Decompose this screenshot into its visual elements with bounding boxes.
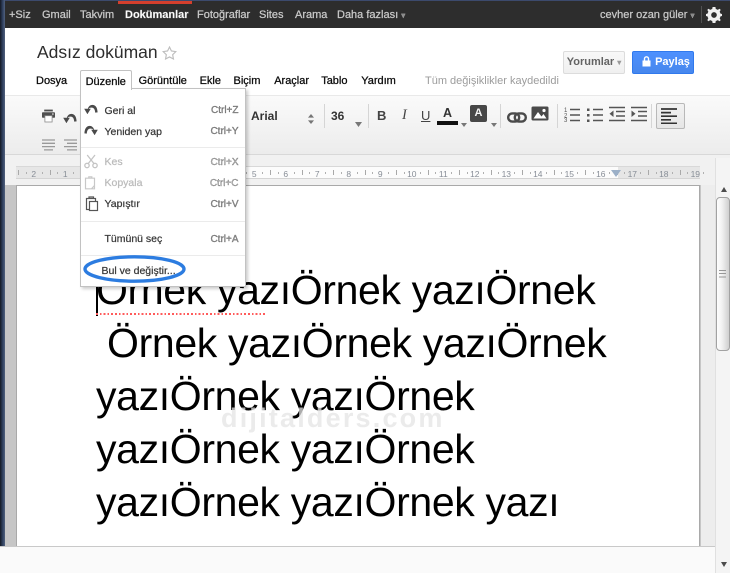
svg-text:3: 3: [564, 118, 568, 122]
